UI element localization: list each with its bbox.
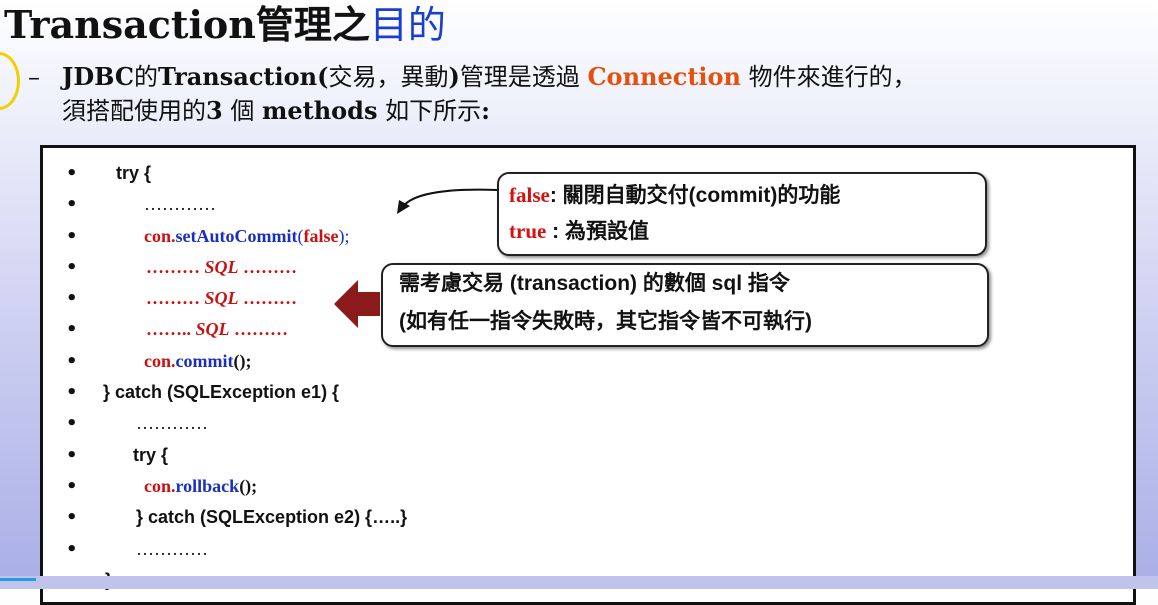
bullet: • [66,539,78,560]
callout-transaction: 需考慮交易 (transaction) 的數個 sql 指令 (如有任一指令失敗… [381,263,989,347]
code-dots: ……… [229,319,289,339]
code-method: setAutoCommit [175,226,298,246]
code-text: ………… [144,194,216,214]
bullet: • [66,445,78,466]
intro-line-2: 須搭配使用的3 個 methods 如下所示: [62,94,490,128]
code-paren: (); [239,476,258,496]
code-method: rollback [175,476,240,496]
intro-colon: : [481,96,490,125]
code-sql: SQL [195,319,230,339]
code-text: ………… [136,413,208,433]
bullet: • [66,194,78,215]
bullet: • [66,507,78,528]
bullet: • [66,257,78,278]
code-paren: ); [338,226,350,246]
bullet: • [66,413,78,434]
true-keyword: true [509,219,547,243]
code-sql: SQL [204,288,239,308]
title-main: Transaction管理之 [4,2,370,47]
intro-methods: methods [261,96,378,125]
false-keyword: false [509,183,550,207]
bottom-progress-bar [0,576,1158,589]
code-dots: ……… [146,288,205,308]
intro-jdbc: JDBC [62,62,134,91]
intro-text-2e: 如下所示 [377,97,482,125]
code-method: commit [175,351,234,371]
callout-autocommit: false: 關閉自動交付(commit)的功能 true : 為預設值 [497,172,987,256]
intro-paren: ) [448,62,460,91]
code-text: try { [116,163,152,183]
intro-transaction: Transaction( [158,62,329,91]
true-description: : 為預設值 [546,220,649,243]
intro-text-1b: 的 [134,63,158,91]
code-text: try { [133,445,169,465]
bullet: • [66,382,78,403]
bullet: • [66,351,78,372]
callout-transaction-line-1: 需考慮交易 (transaction) 的數個 sql 指令 [399,272,790,295]
code-sql: SQL [204,257,239,277]
callout-true-row: true : 為預設值 [509,216,649,247]
code-arg: false [303,226,339,246]
progress-accent [0,578,36,581]
intro-dash: – [28,63,40,91]
intro-line-1: JDBC的Transaction(交易，異動)管理是透過 Connection … [62,60,917,94]
code-dots: ……… [238,288,298,308]
bullet: • [66,319,78,340]
highlight-circle [0,52,20,110]
code-con: con. [144,476,176,496]
intro-text-1g: 物件來進行的， [741,63,917,91]
code-text: ………… [136,539,208,559]
bullet: • [66,288,78,309]
intro-text-2a: 須搭配使用的 [62,97,206,125]
callout-false-row: false: 關閉自動交付(commit)的功能 [509,180,840,211]
bullet: • [66,226,78,247]
code-dots: ……… [238,257,298,277]
bullet: • [66,476,78,497]
intro-text-1f: 管理是透過 [459,63,588,91]
code-dots: ……… [146,257,205,277]
code-text: } catch (SQLException e1) { [103,382,340,402]
code-con: con. [144,351,176,371]
title-accent: 目的 [369,3,446,47]
bullet: • [66,163,78,184]
code-dots: …….. [146,319,196,339]
code-text: } catch (SQLException e2) {…..} [136,507,408,527]
callout-transaction-line-2: (如有任一指令失敗時，其它指令皆不可執行) [399,310,812,333]
code-paren: (); [233,351,252,371]
code-con: con. [144,226,176,246]
false-description: : 關閉自動交付(commit)的功能 [549,184,841,207]
intro-text-1d: 交易，異動 [328,63,449,91]
intro-connection: Connection [587,62,742,91]
slide-title: Transaction管理之目的 [4,2,446,48]
intro-text-2c: 個 [222,97,262,125]
intro-number: 3 [206,96,223,125]
